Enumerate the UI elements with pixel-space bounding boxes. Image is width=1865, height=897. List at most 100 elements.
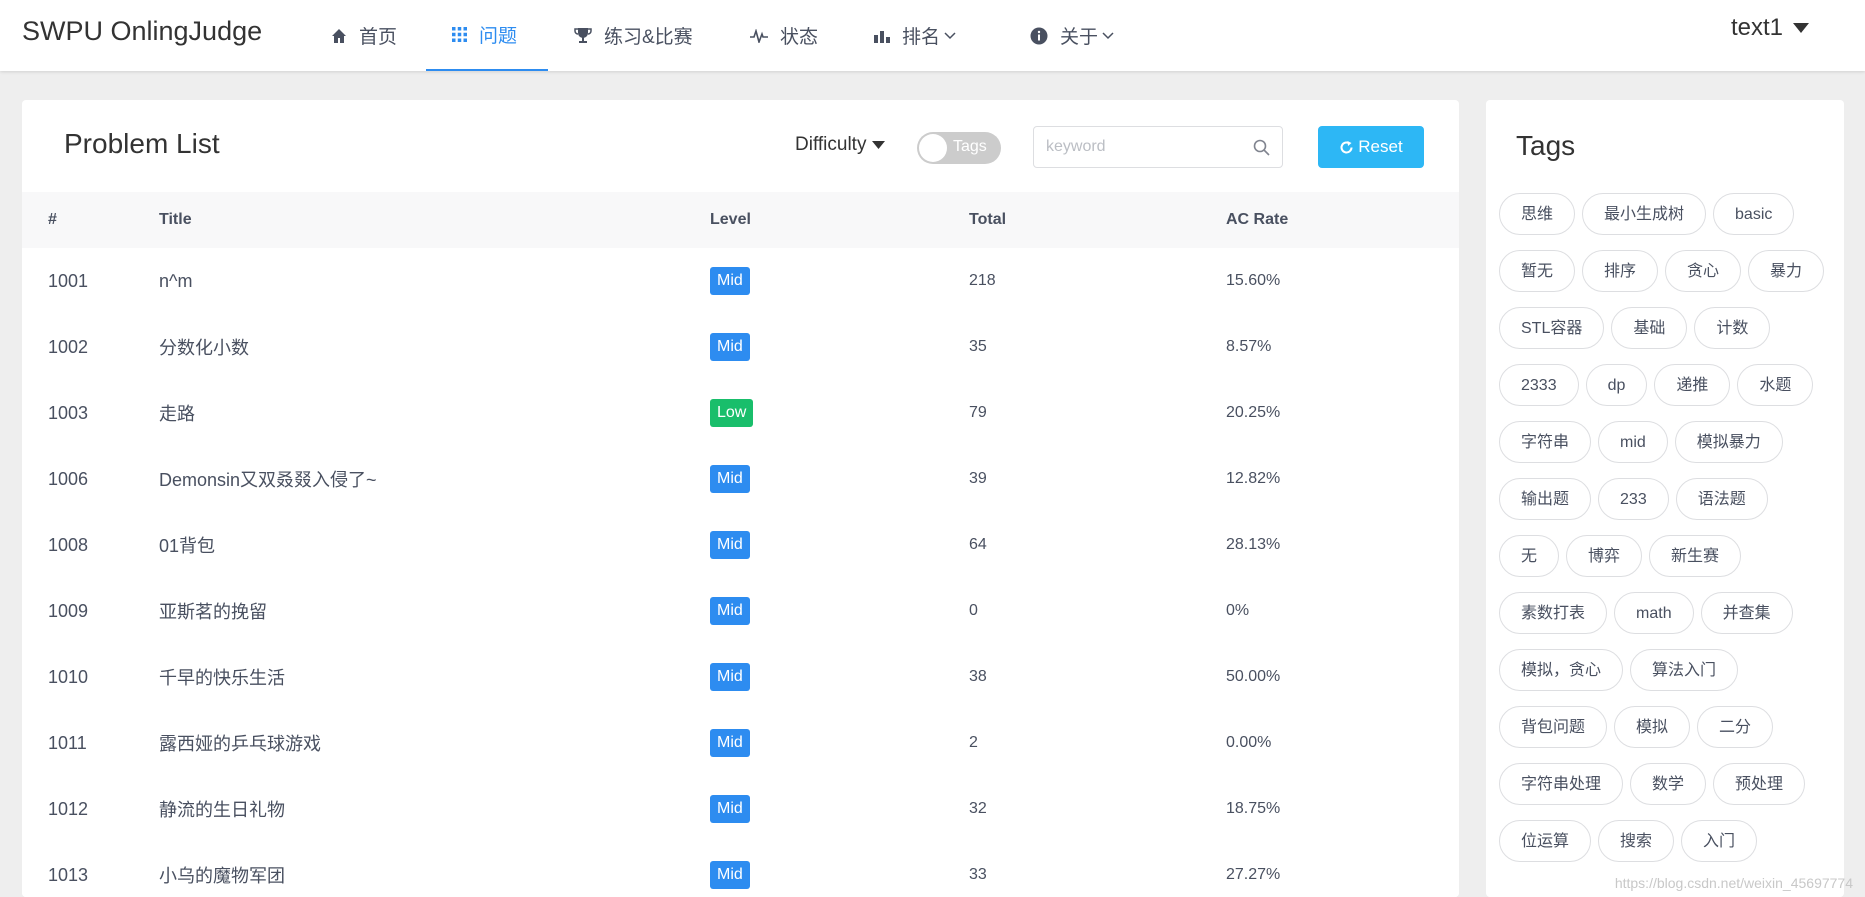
tag-button[interactable]: 搜索: [1598, 820, 1675, 862]
username: text1: [1730, 14, 1783, 41]
nav-home[interactable]: 首页: [305, 0, 423, 71]
problem-title-link[interactable]: 分数化小数: [159, 314, 249, 380]
tag-button[interactable]: 预处理: [1713, 763, 1806, 805]
tag-button[interactable]: 无: [1499, 535, 1560, 577]
problem-total: 218: [969, 272, 996, 289]
problem-title-link[interactable]: n^m: [159, 248, 192, 314]
tag-button[interactable]: 233: [1598, 478, 1669, 520]
problem-id: 1002: [48, 336, 89, 357]
table-row[interactable]: 1012 静流的生日礼物 Mid 32 18.75%: [22, 776, 1459, 843]
nav-rank-label: 排名: [902, 27, 941, 48]
tag-button[interactable]: 二分: [1697, 706, 1774, 748]
problem-ac-rate: 12.82%: [1226, 470, 1281, 487]
problem-id: 1010: [48, 666, 89, 687]
col-header-title[interactable]: Title: [159, 192, 192, 248]
problem-total: 35: [969, 338, 987, 355]
tag-button[interactable]: 递推: [1654, 364, 1731, 406]
tag-button[interactable]: dp: [1585, 364, 1648, 406]
problem-title-link[interactable]: 走路: [159, 380, 195, 446]
problem-total: 33: [969, 866, 987, 883]
tag-button[interactable]: basic: [1713, 193, 1795, 235]
tag-button[interactable]: 模拟: [1614, 706, 1691, 748]
problem-title-link[interactable]: 千早的快乐生活: [159, 644, 285, 710]
level-badge: Mid: [710, 861, 750, 889]
tag-button[interactable]: 排序: [1582, 250, 1659, 292]
tag-button[interactable]: 贪心: [1665, 250, 1742, 292]
tag-button[interactable]: 模拟，贪心: [1499, 649, 1624, 691]
tag-button[interactable]: 思维: [1499, 193, 1576, 235]
col-header-id[interactable]: #: [48, 192, 57, 248]
brand-logo[interactable]: SWPU OnlingJudge: [22, 13, 262, 49]
problem-title-link[interactable]: 01背包: [159, 512, 215, 578]
info-icon: [1030, 27, 1048, 44]
tag-button[interactable]: 数学: [1630, 763, 1707, 805]
col-header-ac-rate[interactable]: AC Rate: [1226, 192, 1288, 248]
tag-button[interactable]: 并查集: [1700, 592, 1793, 634]
search-input[interactable]: [1044, 127, 1248, 167]
tag-button[interactable]: 位运算: [1499, 820, 1592, 862]
tags-title: Tags: [1516, 130, 1576, 161]
tag-button[interactable]: 2333: [1499, 364, 1579, 406]
toggle-knob: [919, 134, 947, 162]
col-header-level[interactable]: Level: [710, 192, 751, 248]
problem-title-link[interactable]: Demonsin又双叒叕入侵了~: [159, 446, 377, 512]
user-menu[interactable]: text1: [1731, 14, 1809, 42]
search-icon[interactable]: [1253, 139, 1270, 156]
grid-icon: [452, 27, 467, 42]
nav-status[interactable]: 状态: [724, 0, 844, 71]
tag-button[interactable]: mid: [1598, 421, 1668, 463]
tag-button[interactable]: 语法题: [1675, 478, 1768, 520]
table-row[interactable]: 1013 小乌的魔物军团 Mid 33 27.27%: [22, 842, 1459, 897]
problem-ac-rate: 0%: [1226, 602, 1250, 619]
problem-title-link[interactable]: 静流的生日礼物: [159, 776, 285, 842]
tag-button[interactable]: 水题: [1737, 364, 1814, 406]
table-row[interactable]: 1009 亚斯茗的挽留 Mid 0 0%: [22, 578, 1459, 645]
tag-button[interactable]: 字符串: [1499, 421, 1592, 463]
table-row[interactable]: 1008 01背包 Mid 64 28.13%: [22, 512, 1459, 579]
table-row[interactable]: 1003 走路 Low 79 20.25%: [22, 380, 1459, 447]
problem-title-link[interactable]: 亚斯茗的挽留: [159, 578, 267, 644]
problem-ac-rate: 28.13%: [1226, 536, 1281, 553]
table-row[interactable]: 1010 千早的快乐生活 Mid 38 50.00%: [22, 644, 1459, 711]
difficulty-dropdown[interactable]: Difficulty: [795, 134, 886, 156]
problem-title-link[interactable]: 小乌的魔物军团: [159, 842, 285, 897]
tag-button[interactable]: 基础: [1611, 307, 1688, 349]
problem-title-link[interactable]: 露西娅的乒乓球游戏: [159, 710, 321, 776]
tag-button[interactable]: 博弈: [1566, 535, 1643, 577]
tags-toggle[interactable]: Tags: [917, 132, 1001, 164]
tag-button[interactable]: STL容器: [1499, 307, 1605, 349]
tag-button[interactable]: 字符串处理: [1499, 763, 1624, 805]
reset-label: Reset: [1358, 137, 1403, 156]
tag-button[interactable]: 输出题: [1499, 478, 1592, 520]
nav-problems[interactable]: 问题: [426, 0, 548, 71]
table-row[interactable]: 1006 Demonsin又双叒叕入侵了~ Mid 39 12.82%: [22, 446, 1459, 513]
tag-button[interactable]: 素数打表: [1499, 592, 1608, 634]
table-row[interactable]: 1001 n^m Mid 218 15.60%: [22, 248, 1459, 315]
problem-total: 0: [969, 602, 978, 619]
reset-button[interactable]: Reset: [1318, 126, 1424, 168]
level-badge: Mid: [710, 531, 750, 559]
problem-ac-rate: 0.00%: [1226, 734, 1272, 751]
nav-about[interactable]: 关于: [1004, 0, 1140, 71]
tag-button[interactable]: 最小生成树: [1582, 193, 1707, 235]
tag-button[interactable]: 暴力: [1748, 250, 1825, 292]
table-row[interactable]: 1002 分数化小数 Mid 35 8.57%: [22, 314, 1459, 381]
problem-total: 79: [969, 404, 987, 421]
nav-rank[interactable]: 排名: [848, 0, 982, 71]
tag-button[interactable]: math: [1614, 592, 1694, 634]
level-badge: Mid: [710, 333, 750, 361]
tag-button[interactable]: 暂无: [1499, 250, 1576, 292]
tag-button[interactable]: 模拟暴力: [1674, 421, 1783, 463]
tag-button[interactable]: 新生赛: [1649, 535, 1742, 577]
nav-contests[interactable]: 练习&比赛: [548, 0, 719, 71]
caret-down-icon: [1793, 23, 1809, 33]
tag-button[interactable]: 背包问题: [1499, 706, 1608, 748]
tag-button[interactable]: 算法入门: [1630, 649, 1739, 691]
table-row[interactable]: 1011 露西娅的乒乓球游戏 Mid 2 0.00%: [22, 710, 1459, 777]
problem-total: 32: [969, 800, 987, 817]
problem-id: 1012: [48, 798, 89, 819]
tag-button[interactable]: 计数: [1694, 307, 1771, 349]
col-header-total[interactable]: Total: [969, 192, 1006, 248]
tag-button[interactable]: 入门: [1681, 820, 1758, 862]
problem-id: 1013: [48, 864, 89, 885]
